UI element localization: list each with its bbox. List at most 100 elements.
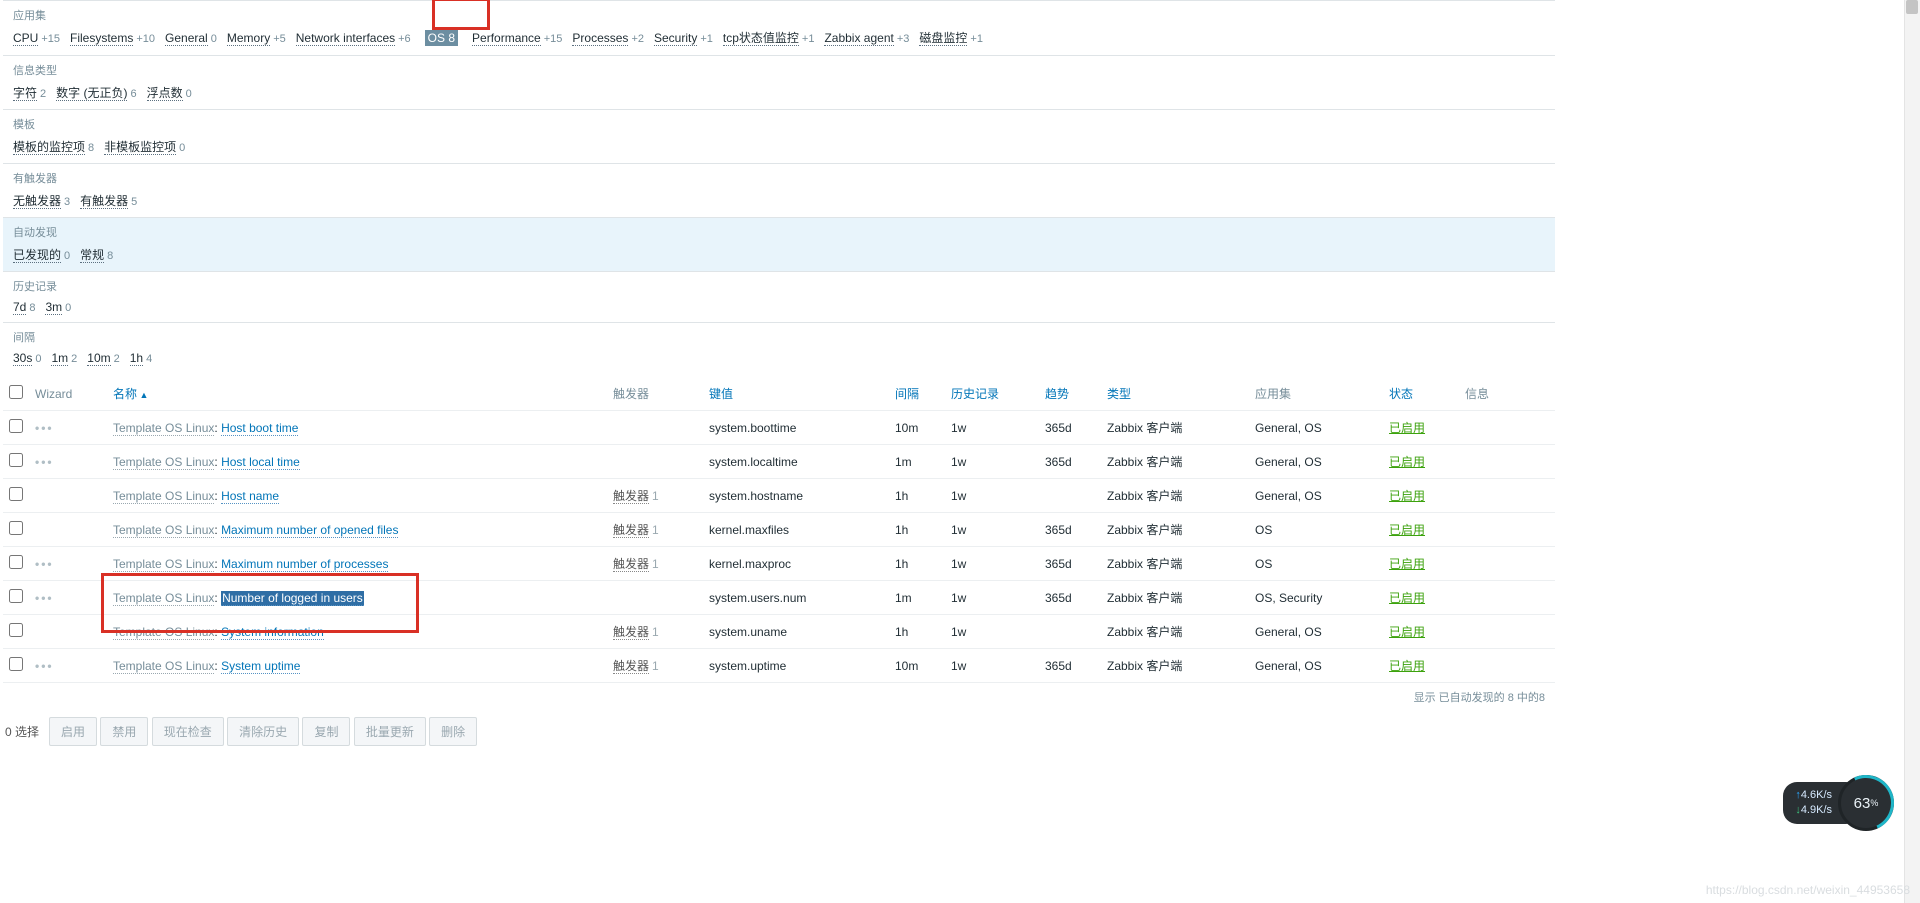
status-link[interactable]: 已启用 <box>1389 625 1425 639</box>
filter-item[interactable]: 7d8 <box>13 300 35 314</box>
filter-link[interactable]: 1h <box>130 351 143 366</box>
wizard-menu-icon[interactable]: ••• <box>35 591 54 605</box>
filter-link[interactable]: 有触发器 <box>80 194 128 209</box>
col-interval[interactable]: 间隔 <box>895 387 919 401</box>
filter-item[interactable]: 30s0 <box>13 351 41 365</box>
wizard-menu-icon[interactable]: ••• <box>35 557 54 571</box>
filter-item[interactable]: OS 8 <box>421 29 462 47</box>
col-history[interactable]: 历史记录 <box>951 387 999 401</box>
item-link[interactable]: Host boot time <box>221 421 298 436</box>
template-link[interactable]: Template OS Linux <box>113 421 214 436</box>
status-link[interactable]: 已启用 <box>1389 455 1425 469</box>
wizard-menu-icon[interactable]: ••• <box>35 421 54 435</box>
filter-item[interactable]: 字符2 <box>13 84 46 101</box>
filter-link[interactable]: Performance <box>472 31 541 46</box>
filter-item[interactable]: 浮点数0 <box>147 84 192 101</box>
col-trends[interactable]: 趋势 <box>1045 387 1069 401</box>
filter-link[interactable]: Memory <box>227 31 270 46</box>
scrollbar-thumb[interactable] <box>1906 0 1918 14</box>
template-link[interactable]: Template OS Linux <box>113 591 214 606</box>
filter-link[interactable]: 模板的监控项 <box>13 140 85 155</box>
row-checkbox[interactable] <box>9 657 23 671</box>
template-link[interactable]: Template OS Linux <box>113 659 214 674</box>
filter-link[interactable]: 常规 <box>80 248 104 263</box>
bulk-action-button[interactable]: 批量更新 <box>354 717 426 746</box>
filter-item[interactable]: General0 <box>165 31 217 45</box>
filter-link[interactable]: Zabbix agent <box>824 31 893 46</box>
row-checkbox[interactable] <box>9 487 23 501</box>
filter-item[interactable]: 磁盘监控+1 <box>919 29 983 46</box>
wizard-menu-icon[interactable]: ••• <box>35 455 54 469</box>
filter-link[interactable]: Processes <box>572 31 628 46</box>
filter-link[interactable]: 数字 (无正负) <box>56 86 127 101</box>
network-speed-widget[interactable]: 4.6K/s 4.9K/s 63% <box>1783 775 1894 831</box>
template-link[interactable]: Template OS Linux <box>113 557 214 572</box>
template-link[interactable]: Template OS Linux <box>113 489 214 504</box>
status-link[interactable]: 已启用 <box>1389 591 1425 605</box>
filter-link[interactable]: 已发现的 <box>13 248 61 263</box>
item-link[interactable]: Maximum number of processes <box>221 557 388 572</box>
bulk-action-button[interactable]: 禁用 <box>100 717 148 746</box>
filter-item[interactable]: 有触发器5 <box>80 192 137 209</box>
item-link[interactable]: System information <box>221 625 324 640</box>
filter-item[interactable]: 3m0 <box>45 300 71 314</box>
filter-link[interactable]: Filesystems <box>70 31 133 46</box>
filter-item[interactable]: Filesystems+10 <box>70 31 155 45</box>
row-checkbox[interactable] <box>9 623 23 637</box>
select-all-checkbox[interactable] <box>9 385 23 399</box>
filter-link[interactable]: 1m <box>51 351 68 366</box>
trigger-link[interactable]: 触发器 <box>613 489 649 504</box>
filter-link[interactable]: CPU <box>13 31 38 46</box>
filter-link[interactable]: 7d <box>13 300 26 315</box>
filter-link[interactable]: General <box>165 31 208 46</box>
status-link[interactable]: 已启用 <box>1389 421 1425 435</box>
trigger-link[interactable]: 触发器 <box>613 557 649 572</box>
filter-link[interactable]: tcp状态值监控 <box>723 31 799 46</box>
filter-link[interactable]: Network interfaces <box>296 31 395 46</box>
filter-link[interactable]: 30s <box>13 351 32 366</box>
filter-link[interactable]: 3m <box>45 300 62 315</box>
filter-item[interactable]: 模板的监控项8 <box>13 138 94 155</box>
filter-item[interactable]: 非模板监控项0 <box>104 138 185 155</box>
trigger-link[interactable]: 触发器 <box>613 625 649 640</box>
trigger-link[interactable]: 触发器 <box>613 659 649 674</box>
bulk-action-button[interactable]: 启用 <box>49 717 97 746</box>
row-checkbox[interactable] <box>9 555 23 569</box>
filter-item[interactable]: Zabbix agent+3 <box>824 31 909 45</box>
col-key[interactable]: 键值 <box>709 387 733 401</box>
filter-link[interactable]: Security <box>654 31 697 46</box>
filter-item[interactable]: Security+1 <box>654 31 713 45</box>
filter-item[interactable]: Network interfaces+6 <box>296 31 411 45</box>
template-link[interactable]: Template OS Linux <box>113 523 214 538</box>
filter-item[interactable]: tcp状态值监控+1 <box>723 29 815 46</box>
template-link[interactable]: Template OS Linux <box>113 625 214 640</box>
filter-link[interactable]: 浮点数 <box>147 86 183 101</box>
row-checkbox[interactable] <box>9 419 23 433</box>
wizard-menu-icon[interactable]: ••• <box>35 659 54 673</box>
filter-item[interactable]: 1m2 <box>51 351 77 365</box>
filter-link[interactable]: 磁盘监控 <box>919 31 967 46</box>
status-link[interactable]: 已启用 <box>1389 557 1425 571</box>
filter-item[interactable]: 1h4 <box>130 351 152 365</box>
filter-item[interactable]: Memory+5 <box>227 31 286 45</box>
bulk-action-button[interactable]: 清除历史 <box>227 717 299 746</box>
status-link[interactable]: 已启用 <box>1389 523 1425 537</box>
filter-item[interactable]: 数字 (无正负)6 <box>56 84 136 101</box>
filter-link[interactable]: 10m <box>87 351 110 366</box>
template-link[interactable]: Template OS Linux <box>113 455 214 470</box>
trigger-link[interactable]: 触发器 <box>613 523 649 538</box>
filter-item[interactable]: 10m2 <box>87 351 119 365</box>
item-link[interactable]: Host local time <box>221 455 300 470</box>
item-link[interactable]: Maximum number of opened files <box>221 523 398 538</box>
filter-link[interactable]: 无触发器 <box>13 194 61 209</box>
scrollbar-track[interactable] <box>1904 0 1920 903</box>
filter-item[interactable]: Performance+15 <box>472 31 562 45</box>
col-status[interactable]: 状态 <box>1389 387 1413 401</box>
filter-item[interactable]: 已发现的0 <box>13 246 70 263</box>
filter-link[interactable]: 字符 <box>13 86 37 101</box>
col-name-sort[interactable]: 名称 <box>113 387 148 401</box>
item-link[interactable]: System uptime <box>221 659 300 674</box>
bulk-action-button[interactable]: 复制 <box>302 717 350 746</box>
filter-item[interactable]: Processes+2 <box>572 31 644 45</box>
filter-item[interactable]: 常规8 <box>80 246 113 263</box>
